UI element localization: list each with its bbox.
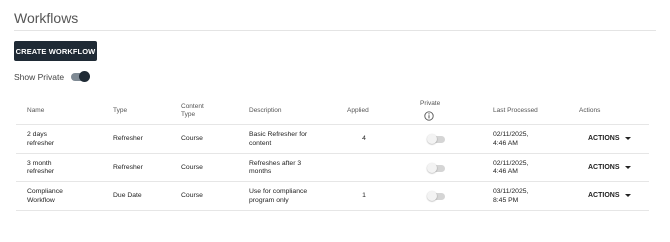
actions-label: ACTIONS [588, 135, 620, 142]
cell-description-line1: Use for compliance [249, 188, 308, 195]
private-toggle[interactable] [427, 191, 445, 201]
show-private-filter: Show Private [14, 71, 91, 82]
toggle-knob [427, 162, 437, 173]
cell-last-processed: 03/11/2025, 8:45 PM [493, 188, 528, 205]
cell-name: Compliance Workflow [27, 188, 63, 205]
cell-name-line2: Workflow [27, 196, 55, 204]
show-private-toggle[interactable] [71, 71, 91, 82]
cell-description: Refreshes after 3 months [249, 160, 301, 177]
cell-name-line2: refresher [27, 139, 55, 147]
caret-down-icon [624, 165, 631, 169]
table-row: 2 days refresher Refresher Course Basic … [16, 125, 649, 154]
cell-applied: 4 [362, 135, 366, 142]
cell-last-processed-line1: 03/11/2025, [493, 188, 529, 195]
toggle-knob [79, 71, 91, 82]
cell-description-line1: Basic Refresher for [249, 131, 308, 138]
toggle-knob [427, 191, 437, 201]
header-private: Private [420, 100, 441, 107]
cell-last-processed-line2: 8:45 PM [493, 196, 519, 204]
cell-name-line1: Compliance [27, 188, 63, 195]
cell-applied: 1 [362, 192, 366, 199]
cell-content-type: Course [181, 163, 203, 171]
cell-name: 3 month refresher [27, 160, 54, 177]
workflows-table: Name Type Content Type Description Appli… [16, 97, 649, 211]
cell-name: 2 days refresher [27, 131, 54, 148]
caret-down-icon [624, 194, 631, 197]
cell-last-processed-line2: 4:46 AM [493, 168, 518, 175]
cell-type: Refresher [113, 135, 143, 142]
create-workflow-button[interactable]: CREATE WORKFLOW [14, 41, 97, 61]
cell-description-line2: months [249, 168, 272, 175]
private-toggle[interactable] [427, 134, 445, 144]
table-row: 3 month refresher Refresher Course Refre… [16, 154, 649, 182]
header-actions: Actions [579, 107, 601, 114]
private-toggle[interactable] [427, 162, 445, 173]
actions-dropdown[interactable]: ACTIONS [588, 192, 631, 199]
table-header: Name Type Content Type Description Appli… [16, 97, 649, 125]
header-content-type-line1: Content [181, 103, 204, 110]
cell-name-line2: refresher [27, 168, 55, 175]
cell-last-processed: 02/11/2025, 4:46 AM [493, 160, 528, 177]
title-divider [14, 30, 656, 31]
cell-name-line1: 2 days [27, 131, 48, 138]
header-description: Description [249, 107, 282, 114]
caret-down-icon [624, 137, 631, 140]
header-content-type: Content Type [181, 103, 204, 119]
cell-description-line2: program only [249, 196, 289, 204]
table-row: Compliance Workflow Due Date Course Use … [16, 182, 649, 211]
cell-type: Due Date [113, 192, 142, 199]
cell-type: Refresher [113, 163, 143, 171]
header-type: Type [113, 107, 128, 114]
actions-dropdown[interactable]: ACTIONS [588, 135, 631, 142]
header-content-type-line2: Type [181, 111, 196, 118]
header-last-processed: Last Processed [493, 107, 538, 114]
cell-description-line1: Refreshes after 3 [249, 159, 302, 167]
actions-label: ACTIONS [588, 192, 620, 199]
cell-last-processed-line2: 4:46 AM [493, 139, 518, 147]
show-private-label: Show Private [14, 72, 65, 82]
info-circle-icon[interactable] [424, 111, 434, 121]
cell-content-type: Course [181, 192, 203, 199]
actions-label: ACTIONS [588, 163, 620, 171]
cell-description: Use for compliance program only [249, 188, 307, 205]
cell-last-processed-line1: 02/11/2025, [493, 159, 529, 167]
cell-last-processed: 02/11/2025, 4:46 AM [493, 131, 528, 148]
header-applied: Applied [347, 107, 369, 114]
cell-name-line1: 3 month [27, 159, 52, 167]
cell-content-type: Course [181, 135, 203, 142]
toggle-knob [427, 134, 437, 144]
cell-description: Basic Refresher for content [249, 131, 307, 148]
page-title: Workflows [14, 10, 79, 26]
cell-description-line2: content [249, 139, 272, 147]
actions-dropdown[interactable]: ACTIONS [588, 164, 631, 171]
cell-last-processed-line1: 02/11/2025, [493, 131, 529, 138]
header-name: Name [27, 107, 45, 114]
